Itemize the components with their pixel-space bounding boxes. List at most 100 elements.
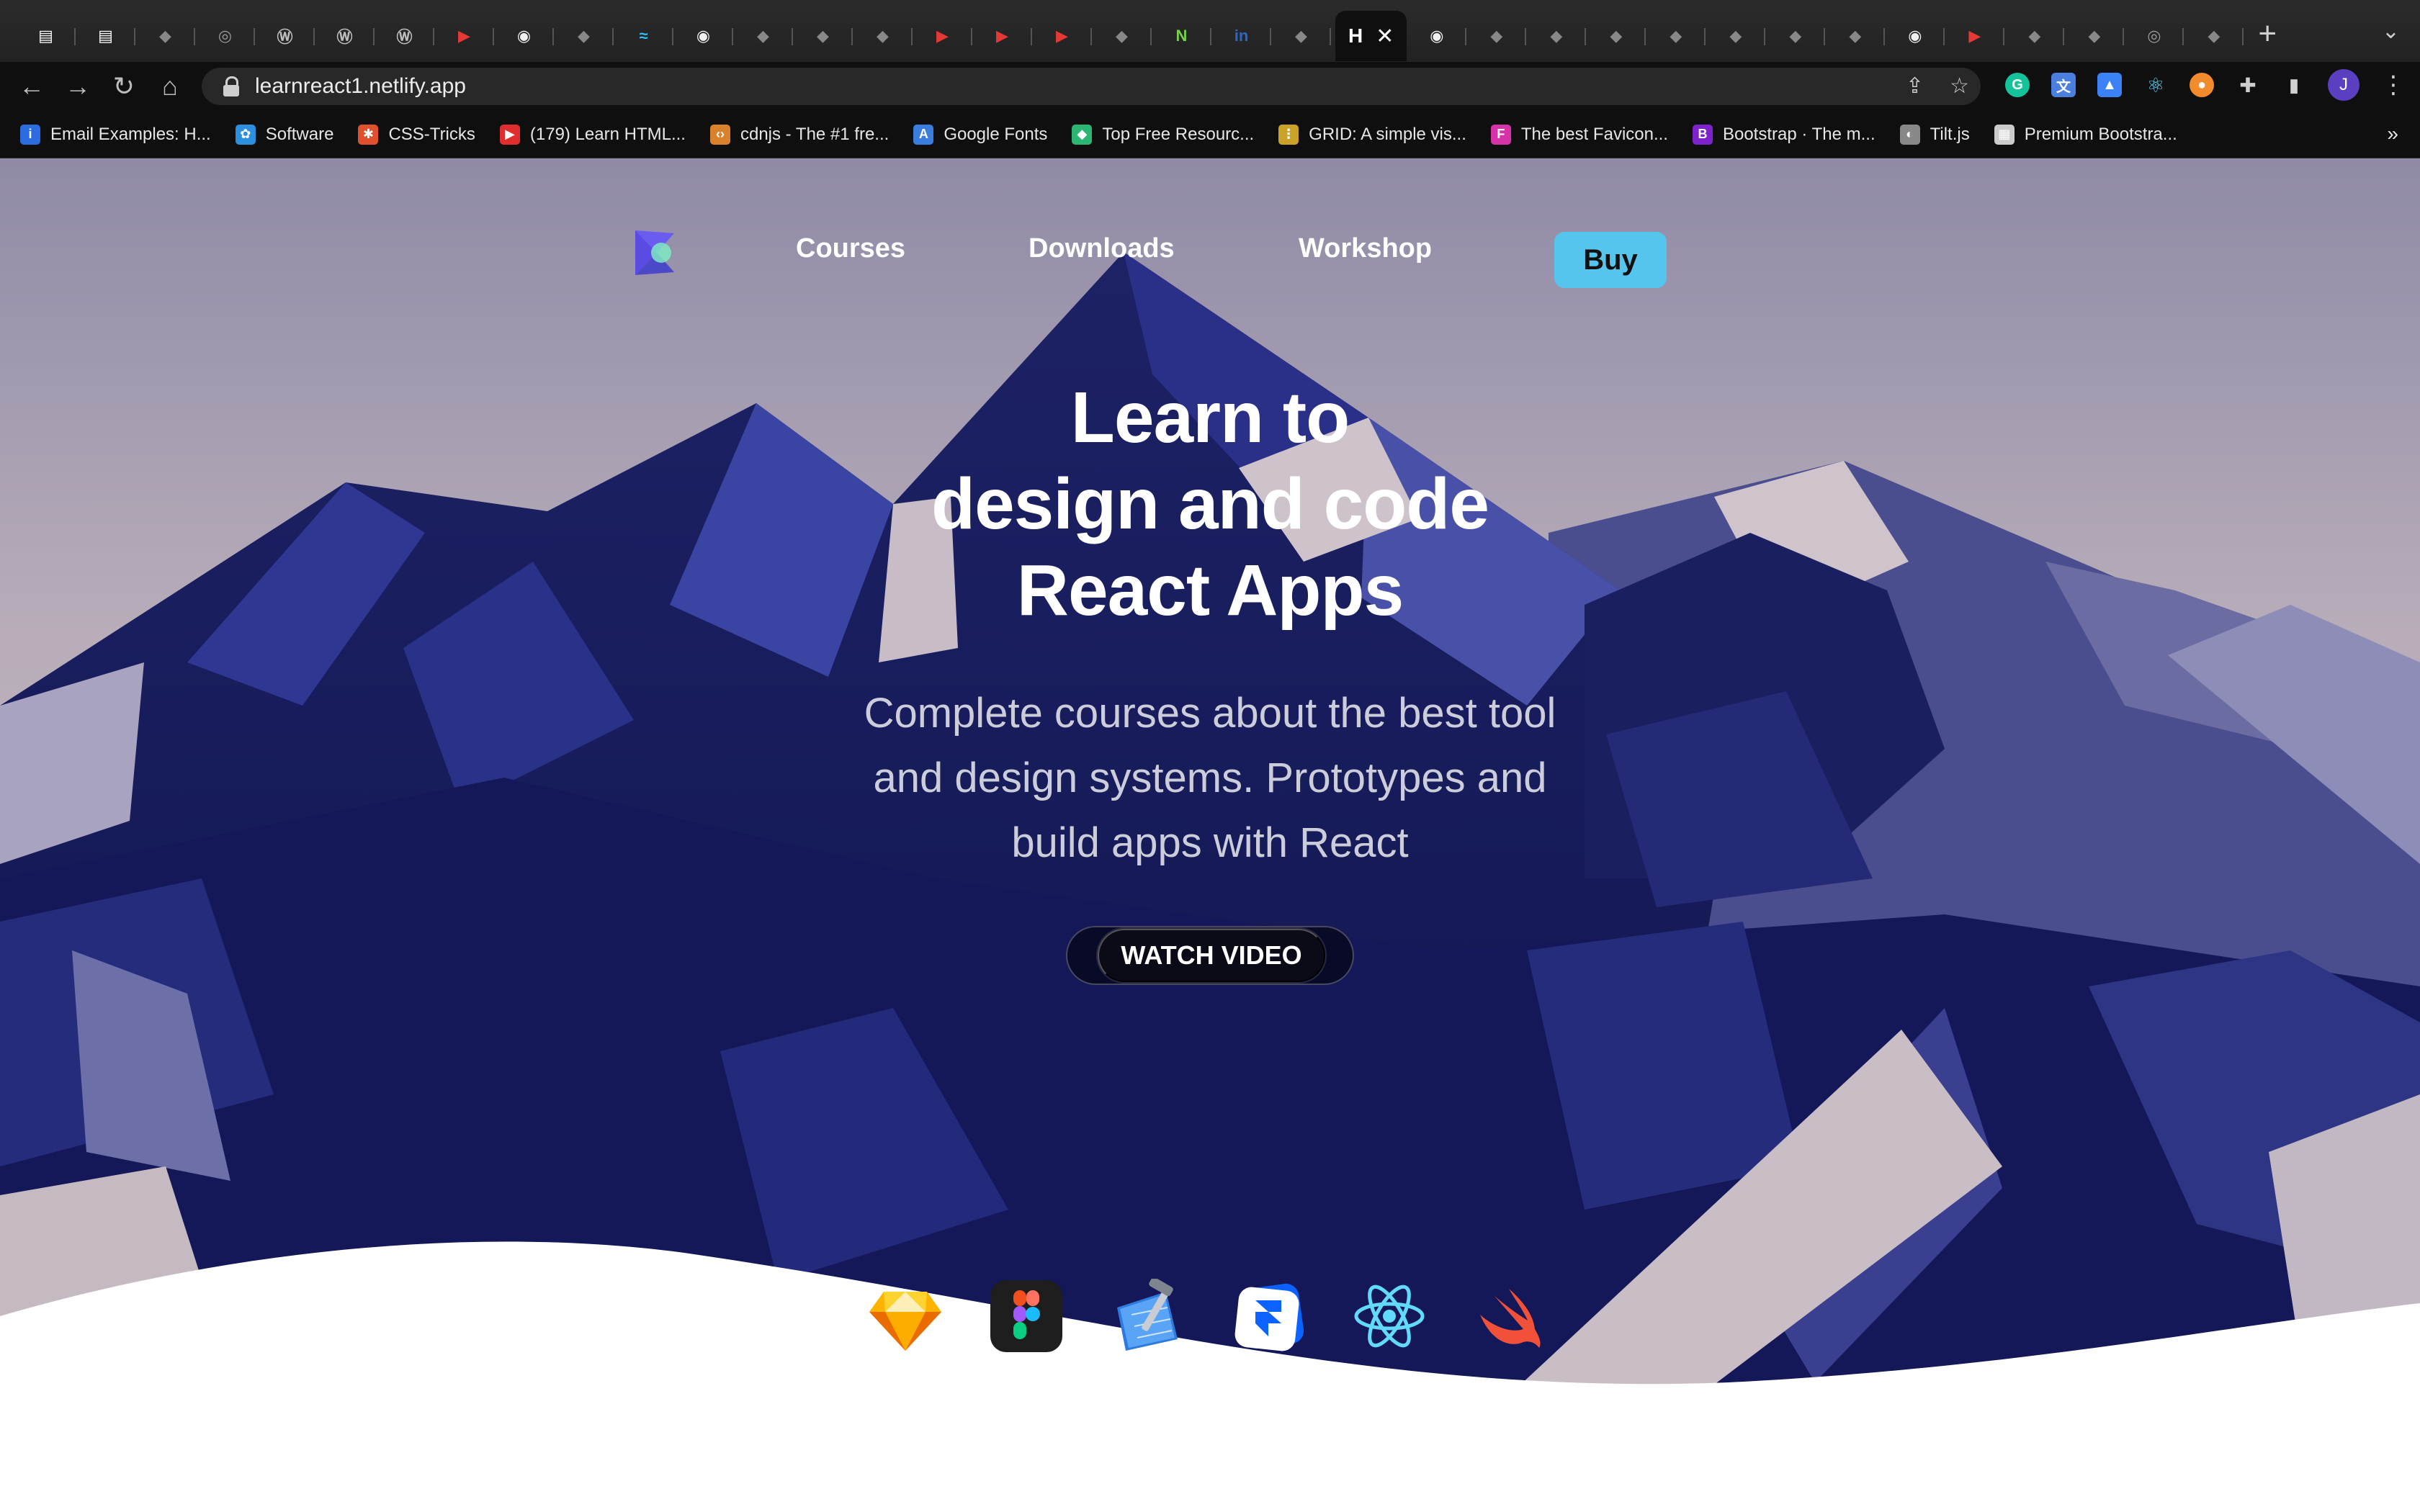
bookmark-item[interactable]: ◐ Tilt.js	[1899, 124, 1970, 145]
browser-tab[interactable]: ◉	[1885, 11, 1945, 61]
browser-tab[interactable]: ◆	[1825, 11, 1886, 61]
tab-icon: ◆	[817, 27, 829, 45]
profile-avatar[interactable]: J	[2328, 69, 2360, 101]
extension-icon[interactable]: ●	[2190, 73, 2214, 97]
browser-tab[interactable]: N	[1152, 11, 1211, 61]
more-bookmarks-icon[interactable]: »	[2387, 122, 2398, 145]
bookmark-favicon-icon: i	[20, 124, 40, 145]
buy-button[interactable]: Buy	[1554, 232, 1667, 288]
url-text[interactable]: learnreact1.netlify.app	[255, 74, 466, 99]
browser-tab[interactable]: ◆	[2064, 11, 2125, 61]
browser-tab-bar: ▤ ▤ ◆ ◎ Ⓦ Ⓦ Ⓦ ▶ ◉ ◆ ≈ ◉ ◆ ◆ ◆ ▶ ▶ ▶ ◆ Nin ◆ H ✕ ◉ ◆ ◆ ◆ ◆ ◆ ◆ ◆ ◉ ▶ ◆ ◆…	[0, 0, 2420, 62]
page-viewport: Courses Downloads Workshop Buy Learn to …	[0, 158, 2420, 1512]
browser-tab[interactable]: ◆	[793, 11, 853, 61]
extensions-puzzle-icon[interactable]: ✚	[2236, 73, 2260, 97]
bookmark-item[interactable]: ⋮ GRID: A simple vis...	[1278, 124, 1466, 145]
bookmark-item[interactable]: ‹› cdnjs - The #1 fre...	[709, 124, 889, 145]
browser-tab[interactable]: ◎	[2124, 11, 2184, 61]
nav-workshop-link[interactable]: Workshop	[1299, 233, 1432, 264]
side-panel-icon[interactable]: ▮	[2282, 73, 2306, 97]
browser-tab[interactable]: ◆	[1466, 11, 1527, 61]
address-bar[interactable]: learnreact1.netlify.app ⇪ ☆	[202, 68, 1981, 105]
grammarly-extension-icon[interactable]: G	[2005, 73, 2030, 97]
browser-tab[interactable]: ◆	[135, 11, 195, 61]
browser-tab[interactable]: ▶	[913, 11, 972, 61]
browser-tab[interactable]: ◉	[1407, 11, 1467, 61]
new-tab-icon[interactable]: +	[2258, 16, 2277, 52]
browser-tab[interactable]: ◆	[1706, 11, 1766, 61]
bookmark-item[interactable]: i Email Examples: H...	[20, 124, 211, 145]
browser-tab[interactable]: ▤	[76, 11, 135, 61]
browser-tab[interactable]: ◆	[733, 11, 793, 61]
bookmark-item[interactable]: ✿ Software	[235, 124, 333, 145]
tab-search-icon[interactable]: ⌄	[2382, 19, 2400, 44]
react-devtools-icon[interactable]: ⚛	[2143, 73, 2168, 97]
browser-tab[interactable]: ◆	[1092, 11, 1152, 61]
site-logo[interactable]	[632, 230, 677, 275]
browser-tab[interactable]: ≈	[614, 11, 673, 61]
browser-tab[interactable]: ▶	[972, 11, 1032, 61]
browser-tab[interactable]: ▶	[1032, 11, 1092, 61]
bookmark-label: Top Free Resourc...	[1102, 124, 1255, 144]
bookmark-label: Tilt.js	[1930, 124, 1970, 144]
back-icon[interactable]: ←	[9, 71, 55, 102]
reload-icon[interactable]: ↻	[101, 71, 147, 102]
tab-icon: ◆	[757, 27, 769, 45]
browser-tab[interactable]: ◆	[1765, 11, 1826, 61]
watch-video-button-frame[interactable]: WATCH VIDEO	[1066, 926, 1354, 985]
bookmark-item[interactable]: B Bootstrap · The m...	[1692, 124, 1876, 145]
browser-tab[interactable]: ▤	[16, 11, 76, 61]
close-tab-icon[interactable]: ✕	[1376, 24, 1394, 49]
browser-toolbar: ← → ↻ ⌂ learnreact1.netlify.app ⇪ ☆ G 文 …	[0, 62, 2420, 111]
browser-tab[interactable]: ◆	[1526, 11, 1587, 61]
bookmark-label: cdnjs - The #1 fre...	[740, 124, 889, 144]
bookmark-label: Premium Bootstra...	[2024, 124, 2177, 144]
bookmark-item[interactable]: ▦ Premium Bootstra...	[1994, 124, 2177, 145]
bookmark-label: (179) Learn HTML...	[529, 124, 686, 144]
tab-icon: ◆	[1789, 27, 1802, 45]
forward-icon[interactable]: →	[55, 71, 101, 102]
browser-tab[interactable]: ◆	[1271, 11, 1331, 61]
browser-tab[interactable]: ◉	[673, 11, 733, 61]
bookmark-item[interactable]: ✱ CSS-Tricks	[358, 124, 475, 145]
browser-tab[interactable]: ◆	[1646, 11, 1706, 61]
nav-downloads-link[interactable]: Downloads	[1028, 233, 1175, 264]
browser-tab[interactable]: Ⓦ	[315, 11, 375, 61]
browser-tab[interactable]: Ⓦ	[375, 11, 434, 61]
hero-title-line: React Apps	[1016, 550, 1404, 631]
active-tab[interactable]: H ✕	[1335, 11, 1407, 61]
tab-icon: ◆	[1610, 27, 1623, 45]
more-menu-icon[interactable]: ⋮	[2381, 71, 2406, 99]
bookmark-item[interactable]: A Google Fonts	[913, 124, 1047, 145]
browser-tab[interactable]: ◆	[853, 11, 913, 61]
bookmark-favicon-icon: ▦	[1994, 124, 2015, 145]
home-icon[interactable]: ⌂	[147, 71, 193, 102]
bookmark-item[interactable]: ▶ (179) Learn HTML...	[499, 124, 686, 145]
browser-tab[interactable]: ◆	[554, 11, 614, 61]
tool-icon-row	[868, 1279, 1559, 1358]
browser-tab[interactable]: ▶	[1945, 11, 2005, 61]
bookmark-star-icon[interactable]: ☆	[1950, 73, 1969, 99]
bookmark-label: Bootstrap · The m...	[1722, 124, 1876, 144]
browser-tab[interactable]: ◉	[494, 11, 554, 61]
tab-icon: ◆	[1670, 27, 1682, 45]
lock-icon[interactable]	[223, 76, 239, 96]
browser-tab[interactable]: ◆	[2004, 11, 2065, 61]
browser-tab[interactable]: ◎	[195, 11, 255, 61]
hero-subtitle-line: Complete courses about the best tool	[864, 690, 1556, 737]
browser-tab[interactable]: ◆	[1586, 11, 1646, 61]
nav-courses-link[interactable]: Courses	[796, 233, 905, 264]
translate-extension-icon[interactable]: 文	[2051, 73, 2076, 97]
bookmark-item[interactable]: F The best Favicon...	[1490, 124, 1668, 145]
browser-tab[interactable]: ◆	[2184, 11, 2244, 61]
tab-icon: ◆	[1295, 27, 1307, 45]
bookmark-item[interactable]: ◆ Top Free Resourc...	[1072, 124, 1255, 145]
share-icon[interactable]: ⇪	[1906, 73, 1924, 99]
youtube-icon: ▶	[1968, 27, 1981, 45]
watch-video-button[interactable]: WATCH VIDEO	[1098, 929, 1325, 982]
hero-subtitle-line: build apps with React	[1011, 819, 1409, 866]
extension-icon[interactable]: ▲	[2097, 73, 2122, 97]
browser-tab[interactable]: in	[1211, 11, 1271, 61]
browser-tab[interactable]: ▶	[434, 11, 494, 61]
browser-tab[interactable]: Ⓦ	[255, 11, 315, 61]
